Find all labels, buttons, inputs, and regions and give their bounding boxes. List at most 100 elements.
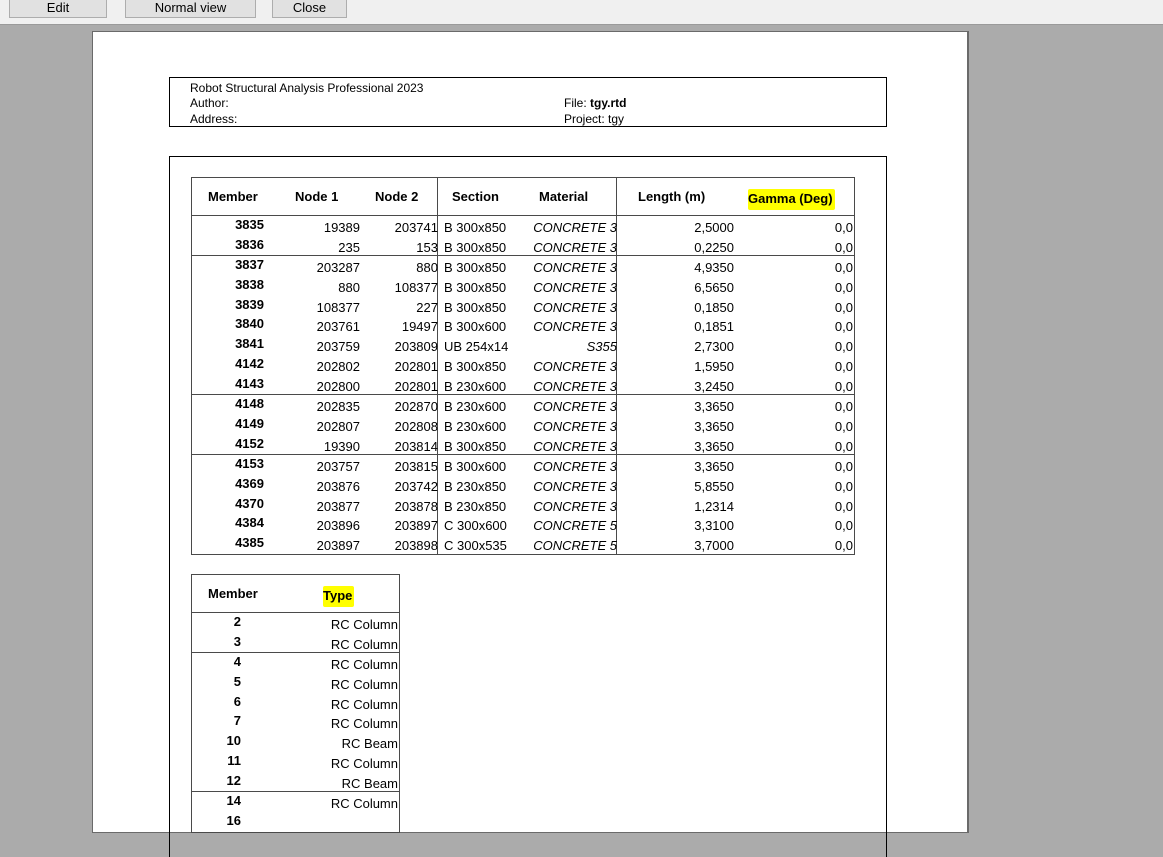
table-row: 4142 202802 202801 B 300x850 CONCRETE 3 1,595… (192, 355, 854, 375)
section: B 300x850 (444, 299, 507, 315)
node-1: 203896 (316, 518, 360, 534)
col-member: Member (208, 189, 258, 204)
row-group: 2 RC Column 3 RC Column (192, 613, 399, 654)
node-2: 880 (416, 260, 438, 276)
table-row: 4384 203896 203897 C 300x600 CONCRETE 5 3,310… (192, 514, 854, 534)
report-page: Robot Structural Analysis Professional 2… (92, 31, 969, 857)
table-row: 10 RC Beam (192, 732, 399, 752)
table-row: 5 RC Column (192, 673, 399, 693)
member-id: 14 (226, 793, 241, 809)
types-table-body: 2 RC Column 3 RC Column 4 RC Column 5 RC Column… (192, 613, 399, 832)
member-id: 4143 (235, 375, 264, 391)
members-table-header: Member Node 1 Node 2 Section Material Le… (192, 178, 854, 216)
gamma: 0,0 (834, 260, 853, 276)
col-node-2: Node 2 (375, 189, 419, 204)
section: C 300x600 (444, 518, 507, 534)
length: 0,1850 (694, 299, 734, 315)
node-1: 880 (338, 280, 360, 296)
toolbar: Edit Normal view Close (0, 0, 1163, 25)
member-id: 3 (233, 633, 241, 649)
table-row: 4369 203876 203742 B 230x850 CONCRETE 3 5,855… (192, 475, 854, 495)
material: S355 (586, 339, 617, 355)
material: CONCRETE 3 (533, 418, 617, 434)
node-2: 203742 (394, 478, 438, 494)
file-label: File: (564, 96, 587, 110)
member-type: RC Column (330, 636, 398, 652)
member-type: RC Column (330, 796, 398, 812)
member-id: 3835 (235, 217, 264, 232)
member-id: 4384 (235, 515, 264, 531)
member-id: 3837 (235, 257, 264, 273)
material: CONCRETE 3 (533, 319, 617, 335)
section: B 230x850 (444, 478, 507, 494)
gamma: 0,0 (834, 399, 853, 415)
close-button[interactable]: Close (272, 0, 347, 18)
project-info: Project: tgy (564, 112, 624, 126)
node-2: 153 (416, 239, 438, 255)
table-row: 16 (192, 812, 399, 832)
member-type: RC Column (330, 677, 398, 693)
gamma: 0,0 (834, 280, 853, 296)
section: B 230x600 (444, 399, 507, 415)
gamma: 0,0 (834, 438, 853, 454)
section: C 300x535 (444, 538, 507, 553)
gamma: 0,0 (834, 498, 853, 514)
col-gamma: Gamma (Deg) (748, 189, 835, 210)
gamma: 0,0 (834, 358, 853, 374)
length: 3,3650 (694, 418, 734, 434)
table-row: 3836 235 153 B 300x850 CONCRETE 3 0,2250 0,0 (192, 236, 854, 256)
file-info: File: tgy.rtd (564, 96, 626, 110)
member-id: 3838 (235, 277, 264, 293)
material: CONCRETE 3 (533, 239, 617, 255)
length: 4,9350 (694, 260, 734, 276)
section: B 230x600 (444, 418, 507, 434)
length: 2,5000 (694, 220, 734, 235)
table-row: 6 RC Column (192, 693, 399, 713)
normal-view-button[interactable]: Normal view (125, 0, 256, 18)
member-id: 4369 (235, 475, 264, 491)
section: B 300x850 (444, 438, 507, 454)
material: CONCRETE 3 (533, 260, 617, 276)
node-2: 203878 (394, 498, 438, 514)
types-table: Member Type 2 RC Column 3 RC Column 4 RC Colu… (191, 574, 400, 833)
col-length: Length (m) (638, 189, 706, 204)
table-row: 7 RC Column (192, 712, 399, 732)
member-id: 4142 (235, 355, 264, 371)
length: 3,3650 (694, 438, 734, 454)
member-id: 12 (226, 772, 241, 788)
gamma: 0,0 (834, 478, 853, 494)
table-row: 4148 202835 202870 B 230x600 CONCRETE 3 3,365… (192, 395, 854, 415)
node-2: 108377 (394, 280, 438, 296)
table-row: 3 RC Column (192, 633, 399, 653)
member-id: 4153 (235, 456, 264, 472)
address-label: Address: (190, 112, 238, 126)
member-id: 4149 (235, 415, 264, 431)
member-id: 3836 (235, 236, 264, 252)
author-label: Author: (190, 96, 229, 110)
length: 0,2250 (694, 239, 734, 255)
node-2: 203815 (394, 459, 438, 475)
members-table: Member Node 1 Node 2 Section Material Le… (191, 177, 855, 555)
section: B 300x850 (444, 220, 507, 235)
project-label: Project: (564, 112, 605, 126)
member-type: RC Column (330, 617, 398, 632)
node-2: 202808 (394, 418, 438, 434)
material: CONCRETE 3 (533, 220, 617, 235)
edit-button[interactable]: Edit (9, 0, 107, 18)
member-id: 3840 (235, 316, 264, 332)
table-row: 3840 203761 19497 B 300x600 CONCRETE 3 0,1851… (192, 315, 854, 335)
app-title: Robot Structural Analysis Professional 2… (190, 81, 424, 95)
section: B 300x850 (444, 239, 507, 255)
member-id: 11 (227, 752, 241, 768)
gamma: 0,0 (834, 339, 853, 355)
node-1: 203761 (316, 319, 360, 335)
row-group: 14 RC Column 16 (192, 792, 399, 831)
member-id: 4148 (235, 396, 264, 412)
node-2: 227 (416, 299, 438, 315)
member-type: RC Column (330, 657, 398, 673)
table-row: 4 RC Column (192, 653, 399, 673)
col-material: Material (539, 189, 589, 204)
node-1: 235 (338, 239, 360, 255)
node-2: 203809 (394, 339, 438, 355)
section: B 300x600 (444, 319, 507, 335)
